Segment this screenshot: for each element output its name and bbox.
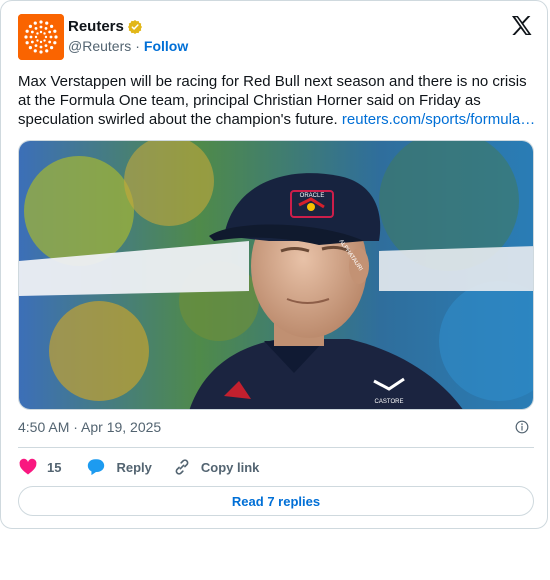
author-handle[interactable]: @Reuters	[68, 38, 131, 54]
author-name-row: Reuters	[68, 18, 143, 35]
likes-count: 15	[47, 459, 62, 475]
reuters-logo-avatar[interactable]	[18, 14, 64, 60]
link-chain-icon	[175, 459, 189, 475]
info-icon[interactable]	[515, 420, 529, 434]
copy-link-button[interactable]: Copy link	[172, 457, 260, 477]
divider	[18, 447, 534, 448]
embedded-post-card: Reuters @Reuters · Follow Max Verstappen…	[0, 0, 548, 529]
read-replies-button[interactable]: Read 7 replies	[18, 486, 534, 516]
separator-dot: ·	[135, 38, 140, 54]
post-timestamp[interactable]: 4:50 AM · Apr 19, 2025	[18, 419, 161, 435]
x-logo-icon[interactable]	[510, 15, 533, 36]
reuters-logo-icon	[18, 14, 64, 60]
heart-icon	[19, 458, 37, 475]
driver-photo-image: ORACLE ALPHATAURI CASTORE	[19, 141, 533, 409]
reply-bubble-icon	[88, 459, 105, 476]
like-button[interactable]: 15	[18, 457, 61, 477]
author-name[interactable]: Reuters	[68, 18, 124, 35]
article-link[interactable]: reuters.com/sports/formula…	[342, 111, 535, 128]
cap-oracle-text: ORACLE	[300, 193, 325, 199]
action-bar: 15 Reply Copy link	[18, 456, 259, 478]
copy-link-label: Copy link	[200, 459, 260, 475]
author-handle-row: @Reuters · Follow	[68, 38, 188, 54]
post-photo[interactable]: ORACLE ALPHATAURI CASTORE	[18, 140, 534, 410]
verified-badge-icon	[127, 19, 142, 34]
follow-link[interactable]: Follow	[144, 38, 188, 54]
reply-label: Reply	[116, 459, 152, 475]
reply-button[interactable]: Reply	[85, 457, 152, 477]
shirt-castore-text: CASTORE	[375, 399, 404, 405]
post-text: Max Verstappen will be racing for Red Bu…	[18, 72, 536, 129]
